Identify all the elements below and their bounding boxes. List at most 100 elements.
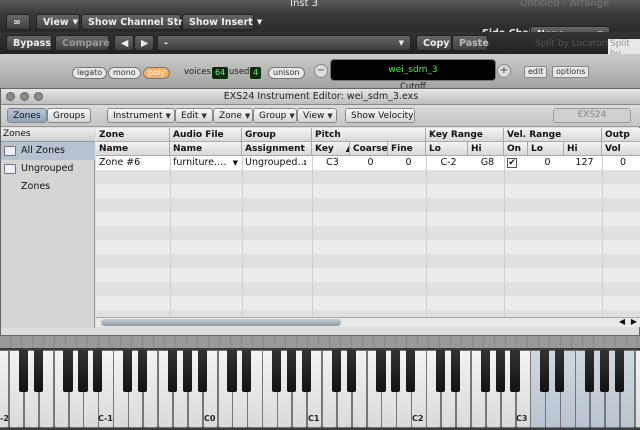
column-header-zone-name[interactable]: Name (96, 142, 170, 156)
black-key[interactable] (555, 350, 565, 392)
black-key[interactable] (450, 350, 461, 392)
black-key[interactable] (137, 350, 148, 392)
black-key[interactable] (93, 350, 103, 392)
black-key[interactable] (391, 350, 401, 392)
preset-select[interactable]: - ▼ (157, 35, 411, 51)
previous-preset-button[interactable]: ◀ (114, 35, 134, 51)
black-key[interactable] (197, 350, 207, 392)
column-header-key-lo[interactable]: Lo (426, 142, 468, 156)
column-header-key[interactable]: Key▲ (312, 142, 350, 156)
legato-button[interactable]: legato (72, 67, 108, 79)
black-key[interactable] (33, 350, 43, 392)
compare-button[interactable]: Compare (55, 35, 110, 51)
instrument-display[interactable]: wei_sdm_3 (330, 59, 496, 81)
scroll-left-icon[interactable]: ◀ (619, 317, 625, 326)
black-key[interactable] (242, 350, 252, 392)
zones-list-item-ungrouped[interactable]: Ungrouped Zones (1, 160, 95, 192)
vel-on-checkbox[interactable]: ✔ (507, 158, 517, 168)
audio-file-cell[interactable]: furniture.… ▼ (170, 156, 242, 170)
show-insert-menu[interactable]: Show Insert ▼ (182, 14, 262, 30)
black-key[interactable] (599, 350, 610, 392)
black-key[interactable] (167, 350, 177, 392)
paste-button[interactable]: Paste (452, 35, 489, 51)
options-button[interactable]: options (552, 66, 590, 78)
tab-zones[interactable]: Zones (7, 108, 47, 123)
column-header-key-hi[interactable]: Hi (468, 142, 504, 156)
black-key[interactable] (301, 350, 312, 392)
fine-cell[interactable]: 0 (388, 156, 426, 170)
bypass-button[interactable]: Bypass (6, 35, 52, 51)
black-key[interactable] (63, 350, 73, 392)
black-key[interactable] (18, 350, 28, 392)
column-divider (312, 156, 313, 324)
column-header-key-label: Key (315, 144, 334, 154)
black-key[interactable] (406, 350, 416, 392)
column-header-audio-file-name[interactable]: Name (170, 142, 242, 156)
copy-button[interactable]: Copy (416, 35, 452, 51)
key-hi-cell[interactable]: G8 (468, 156, 504, 170)
exs24-button[interactable]: EXS24 (553, 108, 631, 123)
voices-value[interactable]: 64 (212, 67, 229, 79)
zone-menu[interactable]: Zone ▼ (213, 108, 253, 123)
group-header-pitch: Pitch (312, 128, 426, 142)
black-key[interactable] (331, 350, 341, 392)
increment-icon[interactable]: + (497, 64, 511, 78)
piano-keyboard[interactable]: -2 C-1 C0 C1 C2 C3 (0, 350, 640, 430)
white-key[interactable] (634, 350, 640, 428)
zone-name-cell[interactable]: Zone #6 (96, 156, 170, 170)
edit-button[interactable]: edit (524, 66, 548, 78)
black-key[interactable] (78, 350, 88, 392)
vel-lo-cell[interactable]: 0 (528, 156, 564, 170)
tab-groups[interactable]: Groups (47, 108, 91, 123)
black-key[interactable] (510, 350, 520, 392)
group-menu[interactable]: Group ▼ (253, 108, 297, 123)
show-velocity-button[interactable]: Show Velocity (345, 108, 415, 123)
group-header-zone: Zone (96, 128, 170, 142)
black-key[interactable] (346, 350, 356, 392)
horizontal-scroll-thumb[interactable] (101, 319, 341, 326)
black-key[interactable] (376, 350, 386, 392)
vol-cell[interactable]: 0 (602, 156, 640, 170)
coarse-cell[interactable]: 0 (350, 156, 388, 170)
zones-list-item-all[interactable]: All Zones (1, 142, 95, 160)
vel-on-cell[interactable]: ✔ (504, 156, 528, 170)
view-menu-editor[interactable]: View ▼ (297, 108, 337, 123)
column-header-vol[interactable]: Vol (602, 142, 640, 156)
edit-menu[interactable]: Edit ▼ (175, 108, 213, 123)
black-key[interactable] (495, 350, 505, 392)
mono-button[interactable]: mono (108, 67, 141, 79)
column-header-coarse[interactable]: Coarse (350, 142, 388, 156)
black-key[interactable] (614, 350, 624, 392)
vel-hi-cell[interactable]: 127 (564, 156, 602, 170)
black-key[interactable] (480, 350, 490, 392)
decrement-icon[interactable]: − (314, 64, 328, 78)
black-key[interactable] (540, 350, 550, 392)
group-assignment-cell[interactable]: Ungrouped… ⇕ (242, 156, 312, 170)
view-menu[interactable]: View ▼ (36, 14, 80, 30)
column-header-fine[interactable]: Fine (388, 142, 426, 156)
black-key[interactable] (584, 350, 595, 392)
show-channel-strip-menu[interactable]: Show Channel Strip▼ (81, 14, 202, 30)
link-button[interactable]: ∞ (6, 14, 30, 30)
black-key[interactable] (286, 350, 297, 392)
key-lo-cell[interactable]: C-2 (426, 156, 468, 170)
instrument-menu[interactable]: Instrument ▼ (107, 108, 175, 123)
black-key[interactable] (435, 350, 446, 392)
column-header-vel-lo[interactable]: Lo (528, 142, 564, 156)
poly-button[interactable]: poly (143, 67, 170, 79)
column-header-vel-hi[interactable]: Hi (564, 142, 602, 156)
black-key[interactable] (227, 350, 237, 392)
view-menu-label: View (43, 16, 69, 28)
black-key[interactable] (272, 350, 282, 392)
column-header-vel-on[interactable]: On (504, 142, 528, 156)
zones-list-item-label: Ungrouped Zones (21, 163, 74, 192)
unison-button[interactable]: unison (268, 67, 305, 79)
scroll-right-icon[interactable]: ▶ (631, 317, 637, 326)
black-key[interactable] (123, 350, 133, 392)
column-header-group-assignment[interactable]: Assignment (242, 142, 312, 156)
keyboard-zone-strip[interactable] (0, 336, 640, 348)
column-divider (242, 156, 243, 324)
next-preset-button[interactable]: ▶ (134, 35, 154, 51)
key-cell[interactable]: C3 (312, 156, 350, 170)
black-key[interactable] (182, 350, 192, 392)
